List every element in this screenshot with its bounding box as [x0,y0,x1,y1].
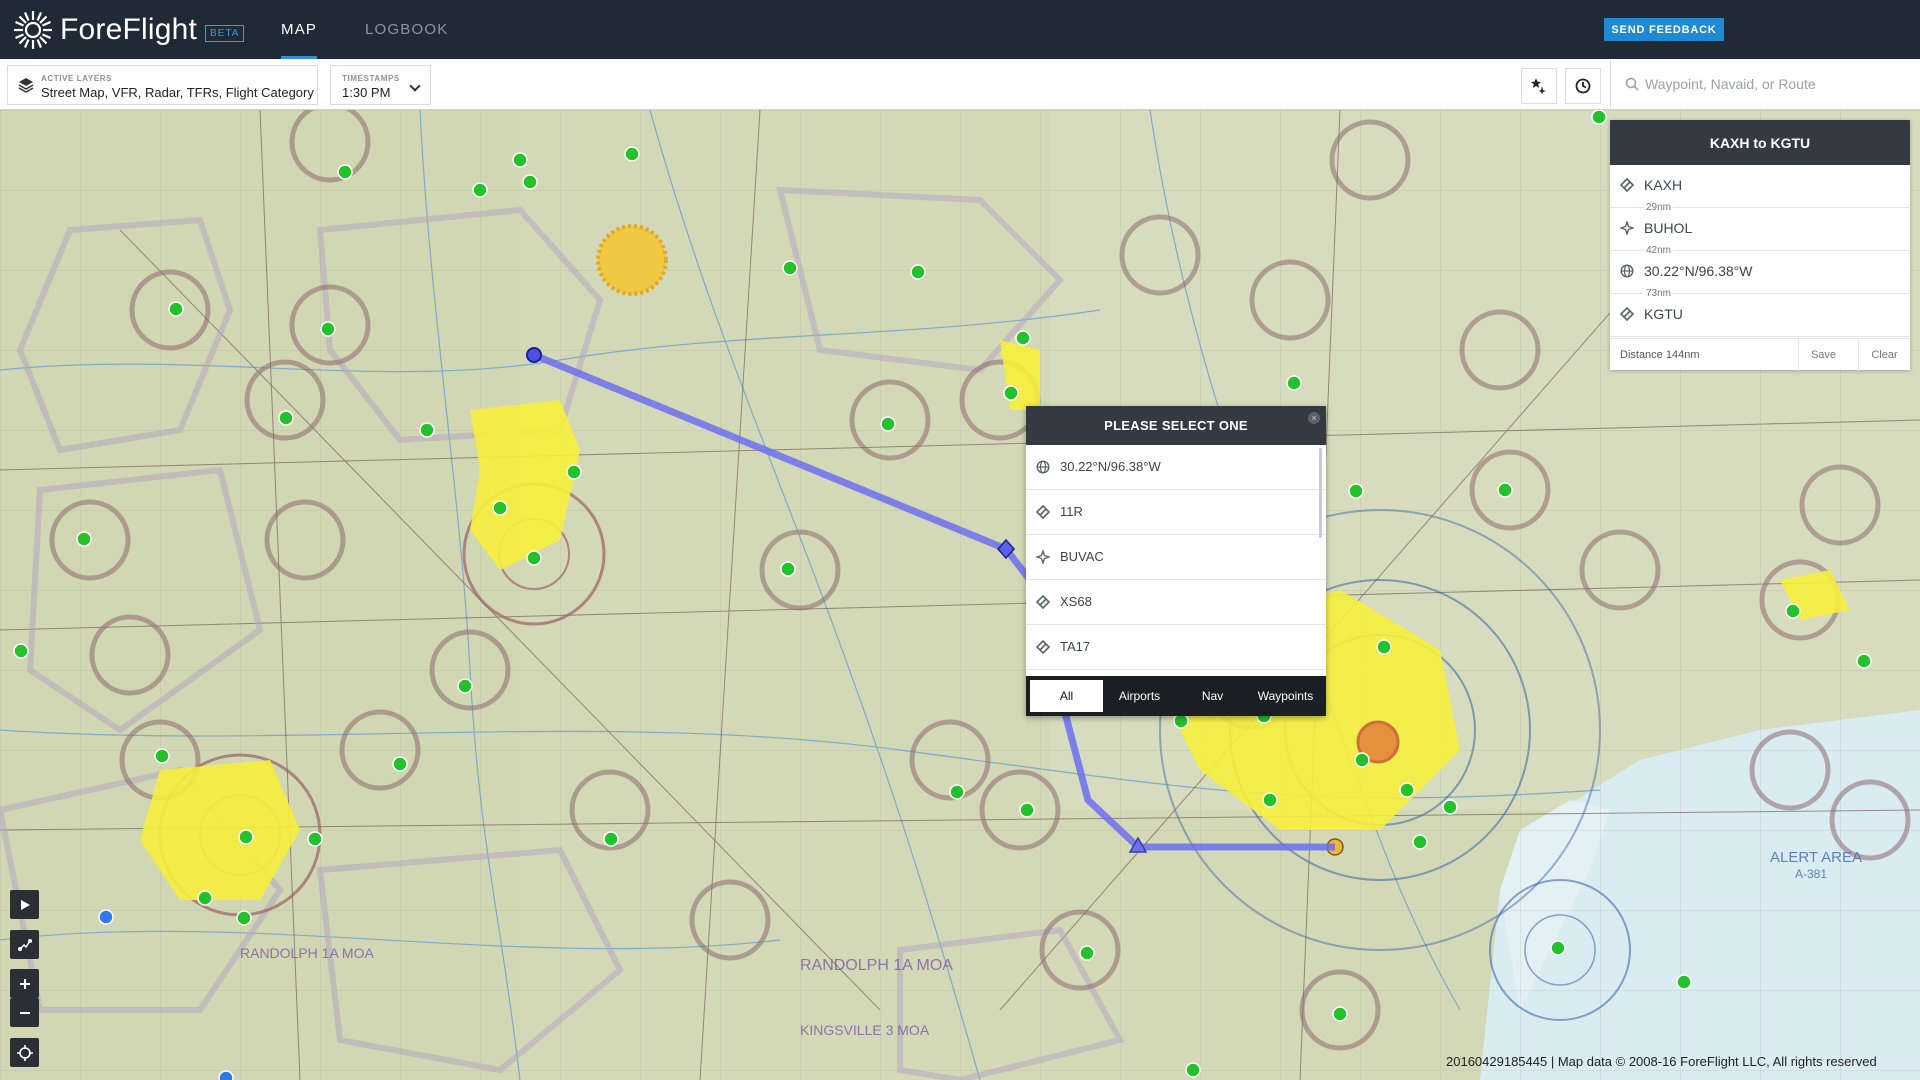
favorites-button[interactable] [1521,68,1557,104]
tab-map[interactable]: MAP [281,0,318,59]
timestamps-selector[interactable]: TIMESTAMPS 1:30 PM [330,65,431,105]
play-icon [20,899,30,910]
popup-option[interactable]: 11R [1026,490,1326,535]
clock-icon [1575,78,1591,94]
popup-option-name: TA17 [1060,639,1091,654]
timestamps-value: 1:30 PM [342,85,391,100]
route-item[interactable]: KAXH 29nm [1610,165,1910,213]
route-item-name: KAXH [1644,177,1683,193]
locate-me-button[interactable] [10,1038,39,1067]
airport-icon [1620,307,1634,321]
chevron-down-icon [409,80,421,92]
globe-icon [1620,264,1634,278]
airport-icon [1036,505,1050,519]
popup-option-name: XS68 [1060,594,1092,609]
popup-option-name: BUVAC [1060,549,1104,564]
popup-option-name: 11R [1060,504,1083,519]
popup-title: PLEASE SELECT ONE [1026,406,1326,445]
route-item-name: BUHOL [1644,220,1693,236]
svg-text:KINGSVILLE 3 MOA: KINGSVILLE 3 MOA [800,1022,930,1038]
map-toolbar: ACTIVE LAYERS Street Map, VFR, Radar, TF… [0,59,1920,110]
filter-tab-all[interactable]: All [1030,680,1103,712]
filter-tab-airports[interactable]: Airports [1103,680,1176,712]
active-layers-value: Street Map, VFR, Radar, TFRs, Flight Cat… [41,85,314,100]
filter-tab-nav[interactable]: Nav [1176,680,1249,712]
route-item[interactable]: 30.22°N/96.38°W 73nm [1610,251,1910,299]
recent-button[interactable] [1565,68,1601,104]
send-feedback-button[interactable]: SEND FEEDBACK [1604,18,1724,41]
close-icon[interactable]: × [1308,412,1320,424]
star-plane-icon [1531,78,1546,94]
route-title: KAXH to KGTU [1610,120,1910,165]
route-tool-button[interactable] [10,930,39,959]
save-route-button[interactable]: Save [1798,339,1848,371]
search-box [1610,59,1920,110]
route-item-name: 30.22°N/96.38°W [1644,263,1753,279]
route-item[interactable]: BUHOL 42nm [1610,208,1910,256]
popup-option[interactable]: BUVAC [1026,535,1326,580]
waypoint-icon [1620,221,1634,235]
route-total-distance: Distance 144nm [1620,349,1700,361]
timestamps-caption: TIMESTAMPS [342,74,400,83]
popup-option-name: 30.22°N/96.38°W [1060,459,1161,474]
brand-name: ForeFlight [60,13,198,46]
play-animation-button[interactable] [10,890,39,919]
zoom-in-button[interactable] [10,969,39,998]
airport-icon [1620,178,1634,192]
popup-option-list[interactable]: 30.22°N/96.38°W 11R BUVAC XS68 TA17 [1026,445,1326,670]
airport-icon [1036,595,1050,609]
waypoint-icon [1036,550,1050,564]
route-item[interactable]: KGTU [1610,294,1910,337]
route-footer: Distance 144nm Save Clear [1610,338,1910,371]
popup-filter-tabs: All Airports Nav Waypoints [1026,676,1326,716]
select-waypoint-popup: PLEASE SELECT ONE × 30.22°N/96.38°W 11R … [1026,406,1326,716]
popup-option[interactable]: XS68 [1026,580,1326,625]
svg-text:RANDOLPH 1A MOA: RANDOLPH 1A MOA [800,957,953,974]
filter-tab-waypoints[interactable]: Waypoints [1249,680,1322,712]
svg-text:ALERT AREA: ALERT AREA [1770,849,1862,866]
foreflight-logo[interactable]: ForeFlight BETA [12,9,245,51]
map-attribution: 20160429185445 | Map data © 2008-16 Fore… [1446,1054,1877,1069]
search-icon [1625,77,1639,91]
globe-icon [1036,460,1050,474]
tab-logbook[interactable]: LOGBOOK [365,0,448,59]
foreflight-logo-icon [14,11,52,49]
active-layers-selector[interactable]: ACTIVE LAYERS Street Map, VFR, Radar, TF… [7,65,318,105]
zoom-in-icon [19,978,30,989]
svg-text:A-381: A-381 [1795,867,1827,881]
popup-option[interactable]: 30.22°N/96.38°W [1026,445,1326,490]
beta-badge: BETA [205,24,245,42]
popup-scrollbar[interactable] [1319,448,1322,538]
layers-icon [18,78,34,93]
zoom-out-icon [19,1011,30,1014]
airport-icon [1036,640,1050,654]
locate-icon [16,1044,33,1061]
zoom-out-button[interactable] [10,998,39,1027]
search-input[interactable] [1645,73,1905,95]
route-panel: KAXH to KGTU KAXH 29nm BUHOL 42nm 30.22°… [1610,120,1910,371]
route-icon [17,938,32,951]
top-navigation-bar: ForeFlight BETA MAP LOGBOOK SEND FEEDBAC… [0,0,1920,59]
clear-route-button[interactable]: Clear [1858,339,1910,371]
route-item-name: KGTU [1644,306,1683,322]
svg-text:RANDOLPH 1A MOA: RANDOLPH 1A MOA [240,945,374,961]
popup-option[interactable]: TA17 [1026,625,1326,670]
active-layers-caption: ACTIVE LAYERS [41,74,113,83]
